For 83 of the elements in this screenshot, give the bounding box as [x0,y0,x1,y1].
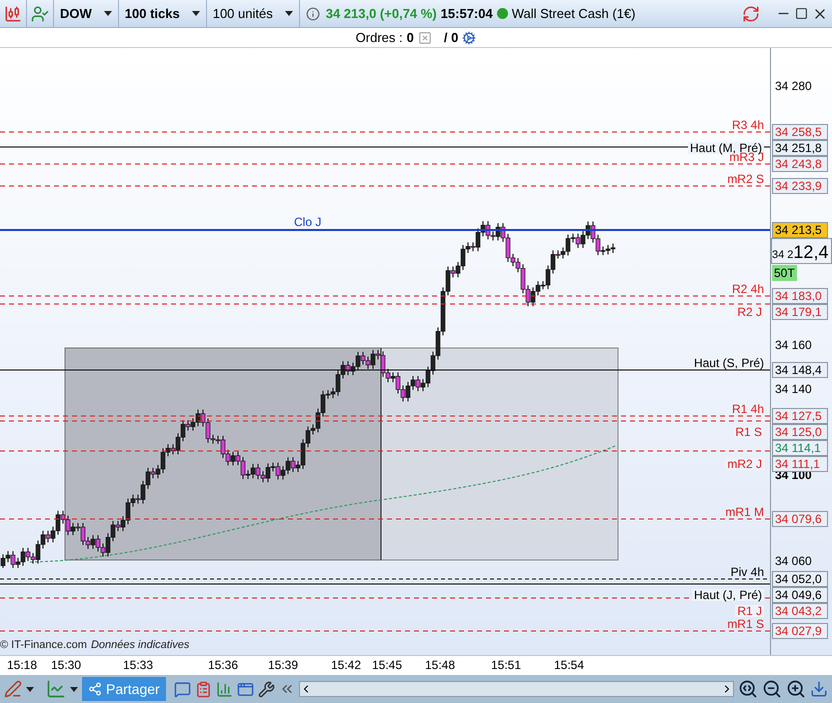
level-label: R1 S [733,426,764,438]
info-icon[interactable] [306,6,320,20]
price-tag: 34 213,5 [772,222,828,238]
person-check-icon[interactable] [31,4,49,22]
price-tag: 34 127,5 [772,408,828,424]
level-label: R1 J [735,604,764,617]
data-note: Données indicatives [90,638,190,652]
copyright-text: © IT-Finance.com [0,638,87,652]
time-axis-label: 15:51 [491,658,522,672]
time-axis-label: 15:48 [425,658,456,672]
time-axis-label: 15:33 [123,658,154,672]
level-label: Haut (J, Pré) [692,588,764,601]
level-label: Haut (S, Pré) [694,357,764,370]
time-axis-label: 15:54 [554,658,584,672]
level-label: mR2 J [725,458,764,470]
price-tag: 34 258,5 [772,124,828,140]
interval-dropdown[interactable]: 100 ticks [118,0,206,27]
window-icon[interactable] [236,680,254,698]
axis-tick-label: 34 060 [775,554,812,568]
wrench-icon[interactable] [258,680,275,698]
level-label: mR1 S [727,618,764,630]
axis-tick-label: 34 140 [775,382,812,396]
quote-time: 15:57:04 [440,4,493,23]
list-icon[interactable] [194,680,212,698]
level-label: R3 4h [732,119,764,132]
candlestick-icon[interactable] [4,4,22,22]
level-label: R2 4h [732,282,764,295]
caret-icon [284,11,293,16]
price-tag: 34 049,6 [772,586,828,603]
average-price-tag: 34 114,1 [772,440,828,456]
price-tag: 34 233,9 [772,178,828,194]
scrollbar[interactable] [298,681,734,697]
level-label: Clo J [294,216,322,228]
price-tag: 34 052,0 [772,570,828,587]
price-tag: 34 027,9 [772,622,828,639]
price-tag: 34 179,1 [772,304,828,320]
level-label: R2 J [735,306,764,318]
orders-count: 0 [406,28,414,47]
orders-label: Ordres : [356,28,403,47]
price-tag: 34 148,4 [772,362,828,378]
time-axis-label: 15:45 [372,658,402,672]
refresh-icon[interactable] [742,4,760,22]
price-tag: 34 183,0 [772,288,828,304]
caret-icon [26,686,34,692]
price-tag: 34 125,0 [772,424,828,440]
price-tag: 34 243,8 [772,156,828,172]
tick-count-badge: 50T [772,264,797,281]
instrument-dropdown[interactable]: DOW [54,0,118,27]
zoom-out-icon[interactable] [762,679,782,699]
orders-total: / 0 [444,28,458,47]
zoom-fit-icon[interactable] [738,679,758,699]
price-tag: 34 111,1 [772,456,828,472]
chat-icon[interactable] [174,680,191,698]
price-change: 34 213,0 (+0,74 %) [326,4,437,23]
caret-icon [104,11,112,16]
market-name: Wall Street Cash (1€) [512,4,636,23]
time-axis-label: 15:42 [331,658,362,672]
caret-icon [70,686,78,692]
time-axis-label: 15:18 [7,658,38,672]
price-tag: 34 043,2 [772,602,828,619]
quantity-dropdown[interactable]: 100 unités [206,0,299,27]
time-axis-label: 15:36 [208,658,238,672]
level-label: Piv 4h [730,566,764,578]
settings-icon[interactable] [462,30,476,44]
line-chart-icon[interactable] [46,679,66,699]
axis-tick-label: 34 160 [775,338,812,352]
current-price-tag: 34 212,4 [771,238,832,264]
pencil-icon[interactable] [4,680,22,698]
price-tag: 34 251,8 [772,140,828,156]
caret-icon [192,11,200,16]
zoom-in-icon[interactable] [786,679,806,699]
share-icon [88,682,102,696]
bars-icon[interactable] [216,680,233,698]
axis-tick-label: 34 280 [775,79,812,93]
level-label: mR1 M [725,506,764,518]
cancel-orders-icon[interactable] [418,30,432,44]
time-axis-label: 15:39 [268,658,298,672]
download-icon[interactable] [810,680,828,698]
time-axis-label: 15:30 [51,658,82,672]
level-label: mR2 S [727,172,764,185]
maximize-icon[interactable] [795,7,808,20]
level-label: R1 4h [732,402,764,415]
price-tag: 34 079,6 [772,511,828,528]
